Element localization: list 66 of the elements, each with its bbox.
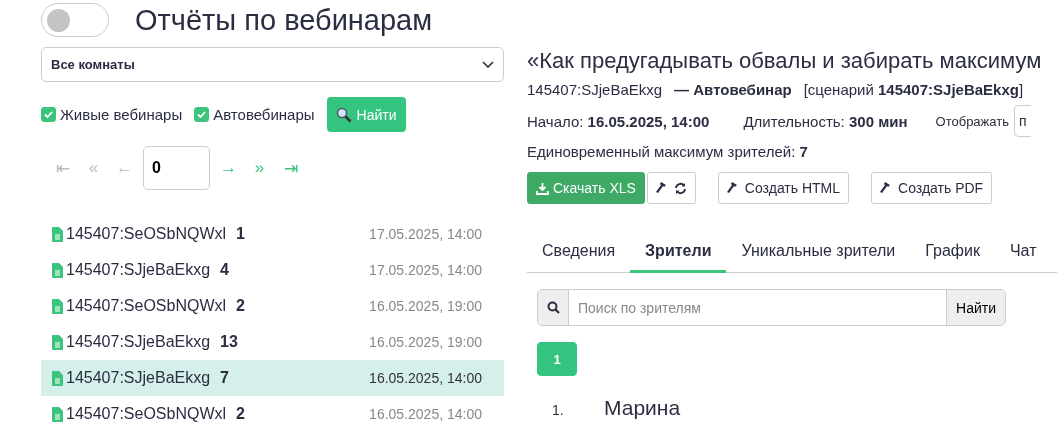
viewer-name: Марина <box>604 396 681 421</box>
start-text: Начало: 16.05.2025, 14:00 <box>527 112 710 130</box>
tab[interactable]: График <box>910 232 995 273</box>
webinar-name: 145407:SeOSbNQWxl <box>66 225 227 243</box>
download-icon <box>536 181 549 195</box>
file-icon <box>52 406 63 422</box>
toggle-switch[interactable] <box>41 3 109 37</box>
webinar-date: 17.05.2025, 14:00 <box>369 262 482 278</box>
file-icon <box>52 298 63 314</box>
webinar-title: «Как предугадывать обвалы и забирать максимум <box>527 48 1043 74</box>
webinar-item[interactable]: 145407:SeOSbNQWxl 1 17.05.2025, 14:00 <box>41 216 504 252</box>
duration-text: Длительность: 300 мин <box>743 112 908 130</box>
viewer-search-field[interactable]: Поиск по зрителям Найти <box>537 289 1006 326</box>
webinar-name: 145407:SJjeBaEkxg <box>66 261 211 279</box>
scenario-text: [сценарий 145407:SJjeBaEkxg] <box>803 81 1024 98</box>
viewer-count: 7 <box>220 369 229 387</box>
max-viewers-text: Единовременный максимум зрителей: 7 <box>527 143 808 160</box>
viewer-count: 2 <box>236 297 245 315</box>
viewer-count: 4 <box>220 261 229 279</box>
viewer-count: 1 <box>236 225 245 243</box>
webinar-date: 16.05.2025, 19:00 <box>369 298 482 314</box>
viewer-count: 2 <box>236 405 245 423</box>
display-label: Отображать <box>935 113 1009 129</box>
webinar-item[interactable]: 145407:SJjeBaEkxg 7 16.05.2025, 14:00 <box>41 360 504 396</box>
file-icon <box>52 226 63 242</box>
webinar-date: 17.05.2025, 14:00 <box>369 226 482 242</box>
tab[interactable]: Сведения <box>527 232 631 273</box>
page-title: Отчёты по вебинарам <box>135 3 433 37</box>
find-button[interactable]: Найти <box>946 290 1005 325</box>
create-button[interactable]: Создать HTML <box>717 172 850 204</box>
webinar-item[interactable]: 145407:SJjeBaEkxg 4 17.05.2025, 14:00 <box>41 252 504 288</box>
tab[interactable]: Чат <box>994 232 1052 273</box>
page-input[interactable]: 0 <box>143 146 210 190</box>
webinar-name: 145407:SeOSbNQWxl <box>66 297 227 315</box>
list-number: 1. <box>552 402 565 419</box>
webinar-name: 145407:SeOSbNQWxl <box>66 405 227 423</box>
file-icon <box>52 262 63 278</box>
webinar-item[interactable]: 145407:SeOSbNQWxl 2 16.05.2025, 19:00 <box>41 288 504 324</box>
tab[interactable]: Зрители <box>630 232 727 273</box>
search-icon <box>546 301 560 314</box>
webinar-item[interactable]: 145407:SeOSbNQWxl 2 16.05.2025, 14:00 <box>41 396 504 432</box>
webinar-name: 145407:SJjeBaEkxg <box>66 369 211 387</box>
webinar-date: 16.05.2025, 14:00 <box>369 370 482 386</box>
check-icon <box>197 111 207 118</box>
chevron-icon <box>482 60 494 69</box>
room-select[interactable]: Все комнаты <box>41 47 504 82</box>
viewer-count: 13 <box>220 333 238 351</box>
webinar-item[interactable]: 145407:SJjeBaEkxg 13 16.05.2025, 19:00 <box>41 324 504 360</box>
webinar-id: 145407:SJjeBaEkxg <box>527 81 663 98</box>
webinar-date: 16.05.2025, 19:00 <box>369 334 482 350</box>
display-select[interactable]: п <box>1013 105 1031 137</box>
create-button[interactable]: Создать PDF <box>871 172 993 204</box>
tab[interactable]: Уникальные зрители <box>726 232 911 273</box>
rebuild-button[interactable] <box>646 172 696 204</box>
refresh-icon <box>673 181 687 195</box>
search-icon <box>335 106 352 123</box>
checkbox[interactable] <box>41 107 56 122</box>
checkbox-label: Живые вебинары <box>60 106 183 123</box>
checkbox[interactable] <box>194 107 210 122</box>
webinar-date: 16.05.2025, 14:00 <box>369 406 482 422</box>
check-icon <box>44 111 53 118</box>
webinar-type: — Автовебинар <box>674 81 792 98</box>
webinar-name: 145407:SJjeBaEkxg <box>66 333 211 351</box>
file-icon <box>52 334 63 350</box>
checkbox-label: Автовебинары <box>213 106 315 123</box>
file-icon <box>52 370 63 386</box>
